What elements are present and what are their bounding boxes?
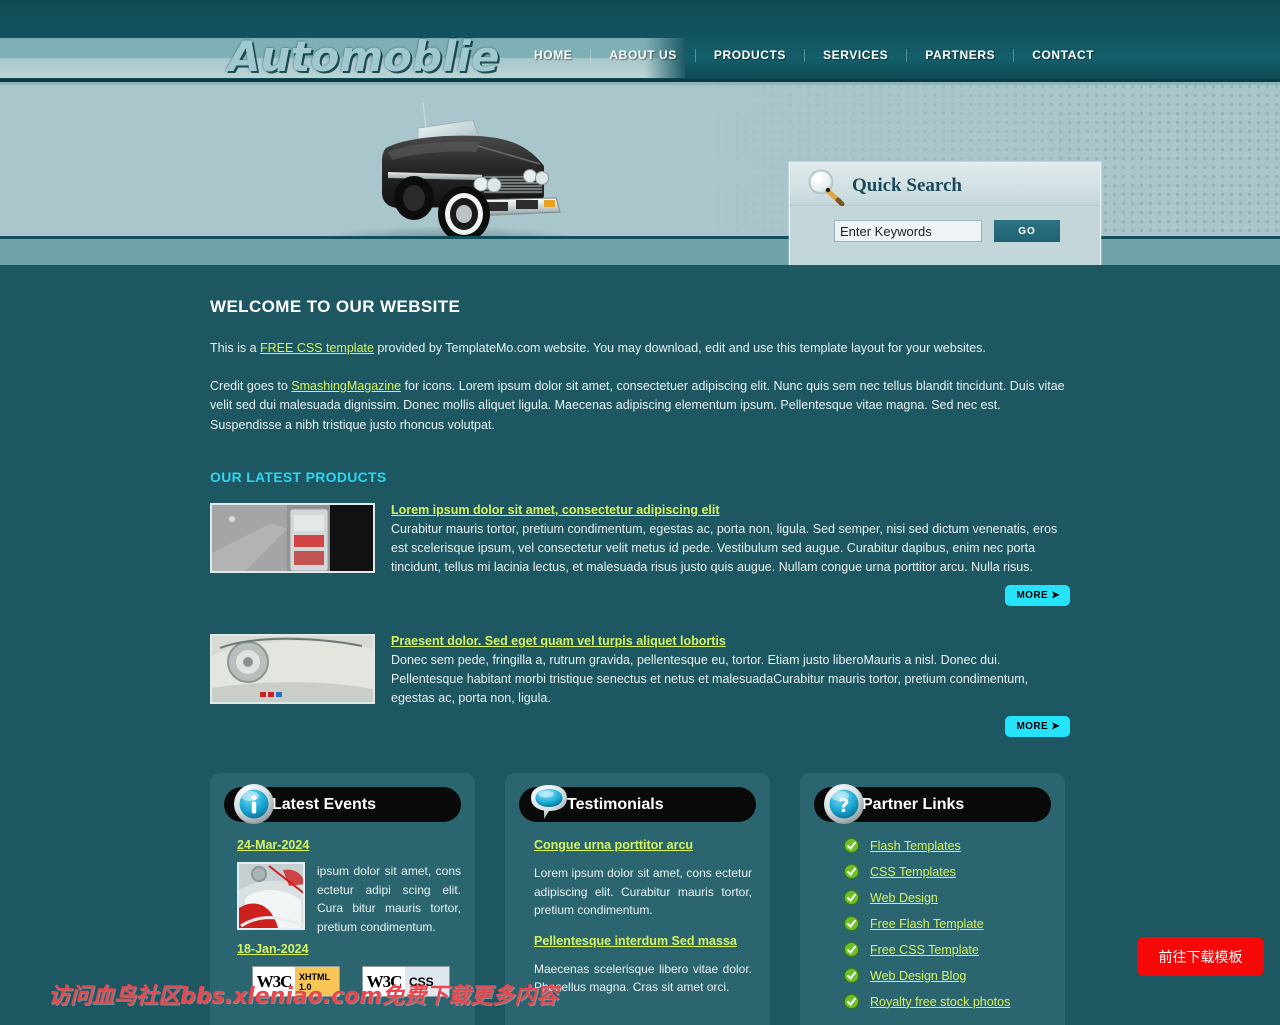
more-row: MORE ➤ [210,716,1070,737]
green-check-bullet-icon [844,942,859,957]
intro-p1-pre: This is a [210,341,261,355]
nav-item-contact[interactable]: CONTACT [1014,48,1112,62]
testimonial-text: Maecenas scelerisque libero vitae dolor.… [534,961,752,995]
partner-link[interactable]: Web Design [870,891,938,905]
testimonial-text: Lorem ipsum dolor sit amet, cons ectetur… [534,866,752,917]
page-title: WELCOME TO OUR WEBSITE [210,297,461,316]
event-row: ipsum dolor sit amet, cons ectetur adipi… [237,862,461,936]
more-row: MORE ➤ [210,585,1070,606]
site-watermark: 访问血鸟社区bbs.xleniao.com免费下载更多内容 [48,984,559,1009]
svg-text:?: ? [838,795,849,817]
product-item: Lorem ipsum dolor sit amet, consectetur … [210,503,1070,577]
magnifier-pencil-icon [804,168,846,207]
intro-p2-pre: Credit goes to [210,378,292,393]
product-title-link[interactable]: Lorem ipsum dolor sit amet, consectetur … [391,503,1070,517]
list-item: CSS Templates [844,864,1051,879]
testimonial-link[interactable]: Pellentesque interdum Sed massa [534,934,756,948]
event-text: ipsum dolor sit amet, cons ectetur adipi… [317,864,461,934]
testimonial-link[interactable]: Congue urna porttitor arcu [534,838,756,852]
nav-item-services[interactable]: SERVICES [805,48,906,62]
quick-search-title: Quick Search [852,175,962,196]
product-body: Lorem ipsum dolor sit amet, consectetur … [391,503,1070,577]
product-description: Donec sem pede, fringilla a, rutrum grav… [391,653,1029,705]
smashing-magazine-link[interactable]: SmashingMagazine [291,379,401,393]
intro-p1-post: provided by TemplateMo.com website. You … [373,341,986,355]
latest-events-title: Latest Events [272,795,377,813]
event-thumbnail[interactable] [237,862,305,930]
free-css-template-link[interactable]: FREE CSS template [260,341,374,355]
partner-link[interactable]: Free CSS Template [870,943,979,957]
latest-events-header: Latest Events [224,784,461,824]
testimonials-title: Testimonials [567,795,664,813]
info-icon [232,782,276,826]
content-wrapper: WELCOME TO OUR WEBSITE This is a FREE CS… [210,297,1070,1025]
green-check-bullet-icon [844,838,859,853]
main-content: WELCOME TO OUR WEBSITE This is a FREE CS… [0,265,1280,1025]
partner-link[interactable]: Flash Templates [870,839,961,853]
list-item: Free CSS Template [844,942,1051,957]
page-root: Automoblie HOME ABOUT US PRODUCTS SERVIC… [0,0,1280,1025]
green-check-bullet-icon [844,916,859,931]
question-mark-icon: ? [822,782,866,826]
quick-search-header: Quick Search [790,163,1100,207]
event-date-link[interactable]: 24-Mar-2024 [237,838,461,852]
list-item: Flash Templates [844,838,1051,853]
green-check-bullet-icon [844,968,859,983]
list-item: Web Design Blog [844,968,1051,983]
product-body: Praesent dolor. Sed eget quam vel turpis… [391,634,1070,708]
partner-link[interactable]: Free Flash Template [870,917,984,931]
partner-link[interactable]: Web Design Blog [870,969,966,983]
product-thumbnail[interactable] [210,634,375,704]
partner-links-box: ? Partner Links Flash Templates CSS Temp… [800,773,1065,1025]
green-check-bullet-icon [844,890,859,905]
intro-paragraph-2: Credit goes to SmashingMagazine for icon… [210,377,1070,436]
nav-item-partners[interactable]: PARTNERS [907,48,1013,62]
quick-search-panel: Quick Search GO [789,162,1101,265]
green-check-bullet-icon [844,994,859,1009]
site-logo[interactable]: Automoblie [228,32,499,81]
partner-link[interactable]: Royalty free stock photos [870,995,1010,1009]
nav-item-home[interactable]: HOME [516,48,590,62]
product-title-link[interactable]: Praesent dolor. Sed eget quam vel turpis… [391,634,1070,648]
download-template-button[interactable]: 前往下载模板 [1137,937,1264,976]
quick-search-form: GO [834,220,1060,242]
partner-links-header: ? Partner Links [814,784,1051,824]
nav-item-about-us[interactable]: ABOUT US [591,48,694,62]
list-item: Web Design [844,890,1051,905]
main-navigation: HOME ABOUT US PRODUCTS SERVICES PARTNERS… [516,48,1112,62]
product-description: Curabitur mauris tortor, pretium condime… [391,522,1058,574]
speech-bubble-icon [527,782,571,826]
product-thumbnail[interactable] [210,503,375,573]
partner-links-list: Flash Templates CSS Templates Web Design… [844,838,1051,1009]
search-input[interactable] [834,220,982,242]
search-go-button[interactable]: GO [994,220,1060,242]
testimonials-header: Testimonials [519,785,756,822]
partner-link[interactable]: CSS Templates [870,865,956,879]
site-header: Automoblie HOME ABOUT US PRODUCTS SERVIC… [0,0,1280,82]
list-item: Royalty free stock photos [844,994,1051,1009]
event-date-link[interactable]: 18-Jan-2024 [237,942,461,956]
hero-banner: Quick Search GO [0,82,1280,265]
green-check-bullet-icon [844,864,859,879]
latest-products-heading: OUR LATEST PRODUCTS [210,469,387,485]
hero-car-image [268,90,618,255]
list-item: Free Flash Template [844,916,1051,931]
intro-paragraph-1: This is a FREE CSS template provided by … [210,339,1070,359]
product-item: Praesent dolor. Sed eget quam vel turpis… [210,634,1070,708]
more-button[interactable]: MORE ➤ [1005,585,1070,606]
more-button[interactable]: MORE ➤ [1005,716,1070,737]
nav-item-products[interactable]: PRODUCTS [696,48,804,62]
partner-links-title: Partner Links [862,795,965,813]
